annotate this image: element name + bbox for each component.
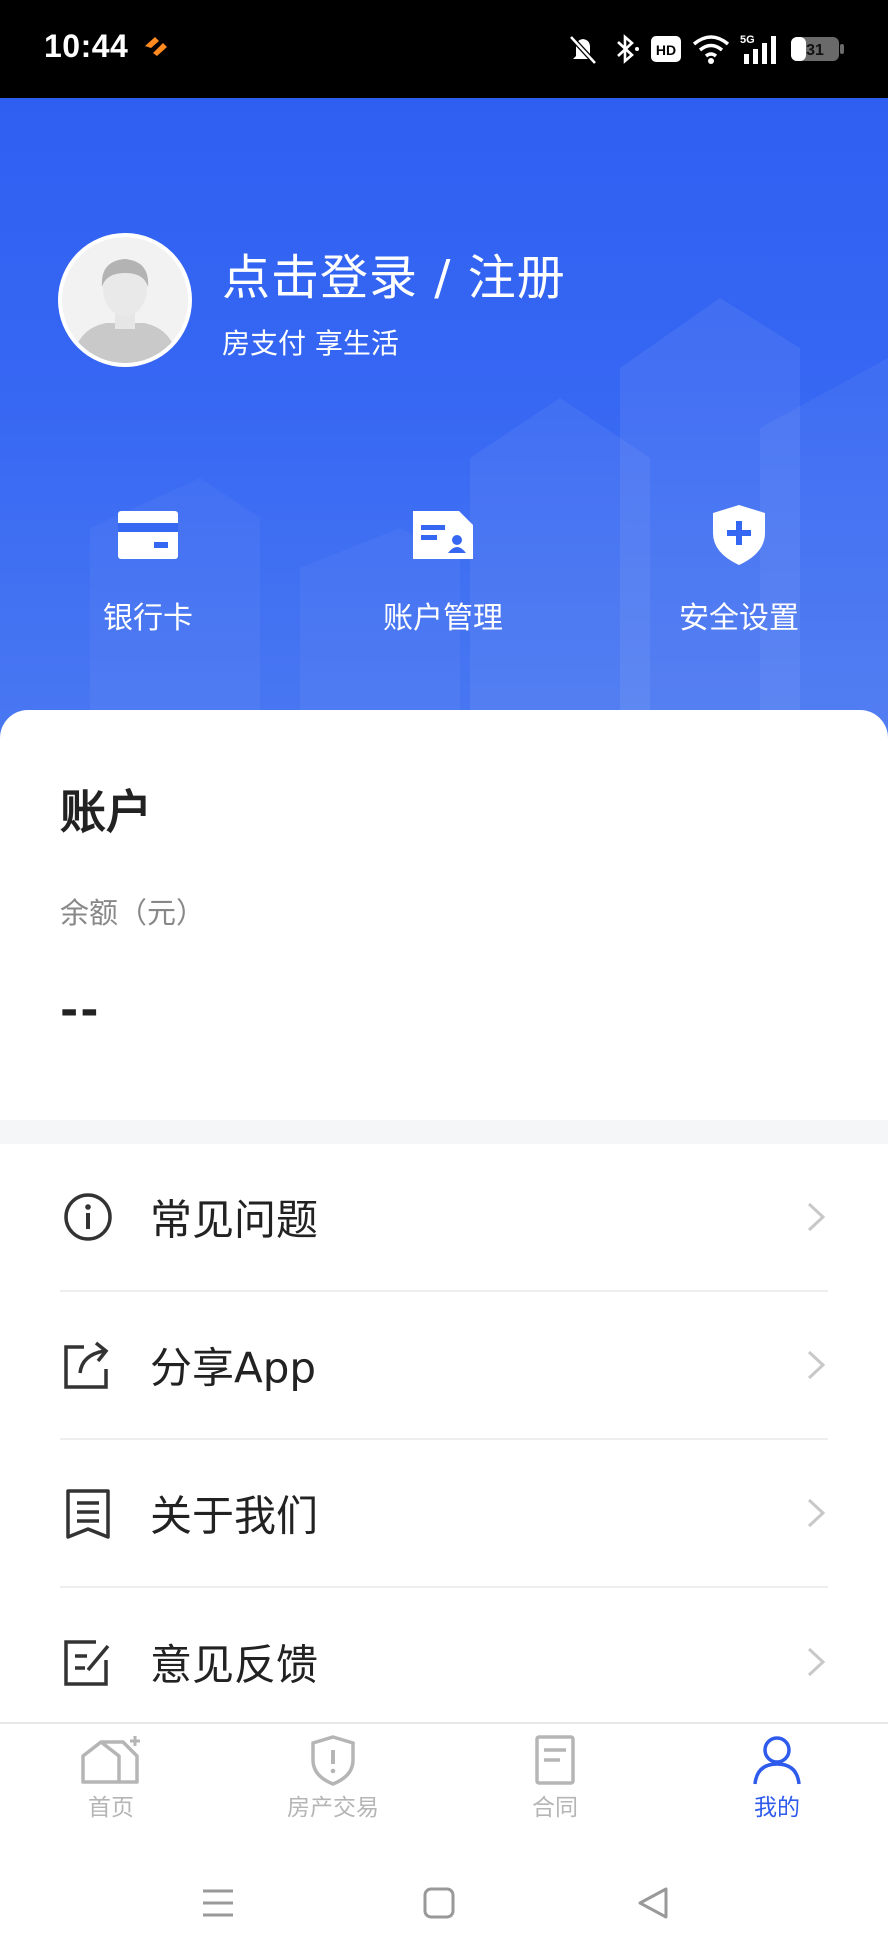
- slogan-text: 房支付 享生活: [222, 327, 399, 360]
- battery-text: 31: [806, 42, 824, 59]
- system-navigation-bar: [0, 1836, 888, 1954]
- account-title: 账户: [60, 785, 152, 839]
- login-register-link[interactable]: 点击登录 / 注册: [222, 238, 566, 308]
- document-icon: [66, 1489, 110, 1539]
- home-square-icon[interactable]: [422, 1886, 456, 1920]
- security-settings-label: 安全设置: [679, 601, 799, 636]
- menu-item-feedback[interactable]: 意见反馈: [60, 1588, 828, 1736]
- section-divider: [0, 1120, 888, 1144]
- feedback-edit-icon: [64, 1640, 110, 1686]
- default-avatar-icon: [62, 237, 188, 363]
- menu-item-label: 常见问题: [150, 1195, 319, 1245]
- menu-item-label: 意见反馈: [150, 1640, 319, 1690]
- status-bar: 10:44 HD 5G 31: [0, 0, 888, 98]
- hd-icon: HD: [650, 34, 682, 64]
- menu-lines-icon[interactable]: [200, 1886, 236, 1920]
- chevron-right-icon: [807, 1202, 826, 1232]
- account-manage-entry[interactable]: 账户管理: [333, 503, 553, 637]
- account-card: 账户 余额（元） --: [0, 710, 888, 1120]
- building-background-illustration: [90, 298, 888, 738]
- menu-item-faq[interactable]: 常见问题: [60, 1144, 828, 1292]
- account-manage-icon: [413, 511, 473, 559]
- chevron-right-icon: [807, 1498, 826, 1528]
- menu-item-share-app[interactable]: 分享App: [60, 1292, 828, 1440]
- shield-alert-icon: [311, 1735, 355, 1786]
- security-settings-entry[interactable]: 安全设置: [629, 503, 849, 637]
- bank-card-entry[interactable]: 银行卡: [38, 503, 258, 637]
- back-triangle-icon[interactable]: [636, 1886, 670, 1920]
- balance-value: --: [60, 985, 101, 1036]
- contract-icon: [535, 1735, 575, 1785]
- bank-card-label: 银行卡: [103, 601, 193, 636]
- tab-home[interactable]: 首页: [0, 1724, 222, 1834]
- status-icons: HD 5G 31: [566, 26, 846, 72]
- hd-text: HD: [656, 42, 676, 58]
- balance-label: 余额（元）: [60, 896, 206, 930]
- cellular-signal-icon: 5G: [740, 32, 780, 66]
- menu-item-label: 分享App: [150, 1343, 317, 1393]
- tab-label: 首页: [88, 1795, 134, 1821]
- menu-item-label: 关于我们: [150, 1491, 319, 1541]
- account-manage-label: 账户管理: [383, 601, 503, 636]
- profile-header: 点击登录 / 注册 房支付 享生活 银行卡 账户管理 安全设置: [0, 98, 888, 738]
- app-notification-icon: [142, 34, 172, 64]
- bottom-tab-bar: 首页 房产交易 合同 我的: [0, 1722, 888, 1834]
- app-screen: 10:44 HD 5G 31 点击登录 / 注册 房支付 享生活 银行卡 账户管…: [0, 0, 888, 1954]
- wifi-icon: [692, 33, 730, 65]
- tab-label: 我的: [754, 1795, 800, 1821]
- tab-label: 房产交易: [287, 1795, 379, 1821]
- bluetooth-icon: [610, 32, 640, 66]
- tab-label: 合同: [532, 1795, 578, 1821]
- mute-bell-icon: [566, 32, 600, 66]
- bank-card-icon: [118, 511, 178, 559]
- share-icon: [64, 1341, 109, 1389]
- tab-mine[interactable]: 我的: [666, 1724, 888, 1834]
- status-time: 10:44: [44, 28, 129, 64]
- network-text: 5G: [740, 34, 755, 46]
- person-icon: [753, 1736, 801, 1785]
- shield-plus-icon: [713, 505, 765, 565]
- chevron-right-icon: [807, 1647, 826, 1677]
- info-icon: [64, 1193, 112, 1241]
- tab-property-trade[interactable]: 房产交易: [222, 1724, 444, 1834]
- settings-menu: 常见问题 分享App 关于我们 意见反馈: [0, 1144, 888, 1736]
- tab-contract[interactable]: 合同: [444, 1724, 666, 1834]
- battery-icon: 31: [790, 34, 846, 64]
- chevron-right-icon: [807, 1350, 826, 1380]
- avatar[interactable]: [58, 233, 192, 367]
- home-icon: [81, 1736, 140, 1784]
- menu-item-about-us[interactable]: 关于我们: [60, 1440, 828, 1588]
